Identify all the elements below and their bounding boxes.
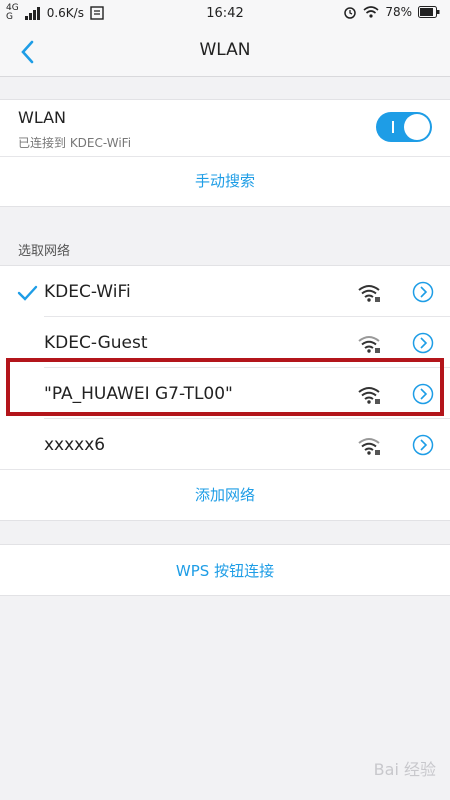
- lock-icon: [375, 450, 380, 455]
- wlan-label: WLAN: [18, 108, 67, 127]
- wps-card: WPS 按钮连接: [0, 544, 450, 596]
- network-name: KDEC-Guest: [44, 333, 148, 353]
- wifi-status-icon: [363, 6, 379, 18]
- wifi-signal-icon: [358, 438, 380, 455]
- divider: [44, 316, 450, 317]
- network-detail-icon[interactable]: [412, 281, 434, 303]
- toggle-knob: [404, 114, 430, 140]
- divider: [0, 469, 450, 470]
- title-bar: WLAN: [0, 28, 450, 77]
- page-title: WLAN: [199, 40, 251, 60]
- checkmark-icon: [17, 285, 38, 301]
- lock-icon: [375, 297, 380, 302]
- network-name: xxxxx6: [44, 435, 106, 455]
- toggle-on-mark: [392, 121, 394, 133]
- manual-search-button[interactable]: 手动搜索: [0, 170, 450, 191]
- battery-percent: 78%: [385, 5, 412, 19]
- wlan-status: 已连接到 KDEC-WiFi: [18, 136, 132, 150]
- highlight-box: [6, 358, 444, 416]
- divider: [0, 156, 450, 157]
- wps-button[interactable]: WPS 按钮连接: [0, 560, 450, 581]
- divider: [44, 418, 450, 419]
- wifi-signal-icon: [358, 336, 380, 353]
- status-bar: 4G G 0.6K/s 16:42 78%: [0, 0, 450, 28]
- alarm-icon: [344, 7, 357, 19]
- lock-icon: [375, 348, 380, 353]
- battery-icon: [418, 6, 440, 18]
- wlan-toggle[interactable]: [376, 112, 432, 142]
- network-detail-icon[interactable]: [412, 332, 434, 354]
- add-network-button[interactable]: 添加网络: [0, 484, 450, 505]
- network-name: KDEC-WiFi: [44, 282, 131, 302]
- network-detail-icon[interactable]: [412, 434, 434, 456]
- wlan-card: WLAN 已连接到 KDEC-WiFi 手动搜索: [0, 99, 450, 207]
- watermark-logo: Bai 经验: [373, 760, 436, 779]
- wifi-signal-icon: [358, 285, 380, 302]
- networks-section-label: 选取网络: [18, 244, 71, 259]
- status-right: 78%: [343, 5, 440, 19]
